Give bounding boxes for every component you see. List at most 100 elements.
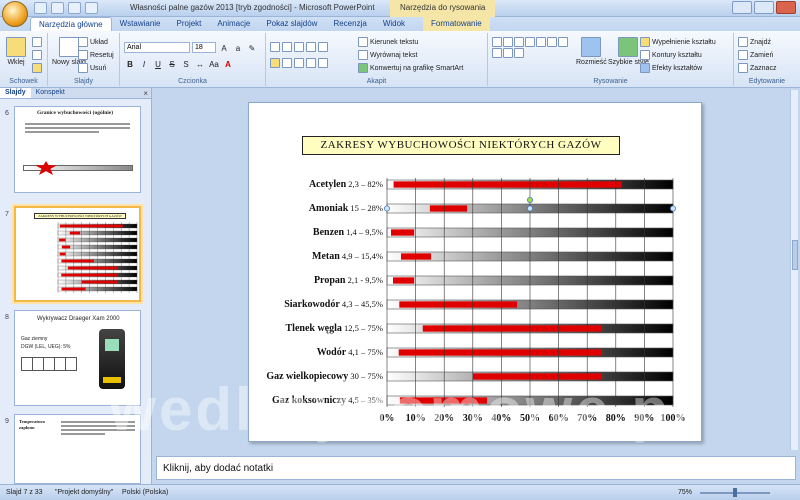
layout-button[interactable]: Układ — [78, 37, 108, 47]
shape-outline-button[interactable]: Kontury kształtu — [640, 50, 702, 60]
vertical-scrollbar[interactable] — [790, 90, 798, 450]
tab-view[interactable]: Widok — [375, 17, 413, 31]
paragraph-group: Kierunek tekstu Wyrównaj tekst Konwertuj… — [266, 33, 488, 86]
slide-thumbnail-9[interactable]: Temperatura zapłonu — [14, 414, 141, 484]
numbering-icon[interactable] — [282, 42, 292, 52]
language[interactable]: Polski (Polska) — [122, 489, 168, 496]
redo-icon[interactable] — [68, 2, 81, 14]
shapes-gallery[interactable] — [492, 37, 572, 58]
current-slide[interactable]: ZAKRESY WYBUCHOWOŚCI NIEKTÓRYCH GAZÓW Ac… — [248, 102, 702, 442]
tab-outline[interactable]: Konspekt — [31, 88, 70, 98]
tab-review[interactable]: Recenzja — [325, 17, 374, 31]
star-shape-icon[interactable] — [514, 48, 524, 58]
range-bar — [429, 205, 468, 212]
bullets-icon[interactable] — [270, 42, 280, 52]
justify-icon[interactable] — [306, 58, 316, 68]
quick-access-toolbar — [34, 2, 98, 15]
close-panel-icon[interactable]: × — [143, 89, 148, 98]
clipboard-group-label: Schowek — [9, 78, 38, 85]
paragraph-group-label: Akapit — [366, 78, 387, 85]
save-icon[interactable] — [34, 2, 47, 14]
reset-button[interactable]: Resetuj — [78, 50, 114, 60]
zoom-slider-knob[interactable] — [733, 488, 737, 497]
tab-slides[interactable]: Slajdy — [0, 88, 31, 98]
slide-thumbnail-7[interactable]: ZAKRESY WYBUCHOWOŚCI NIEKTÓRYCH GAZÓW — [14, 206, 141, 302]
align-left-icon[interactable] — [270, 58, 280, 68]
brace-shape-icon[interactable] — [503, 48, 513, 58]
category-label: Tlenek węgla 12,5 – 75% — [286, 323, 383, 334]
office-button[interactable] — [2, 1, 28, 27]
slide-thumbnail-8[interactable]: Wykrywacz Draeger Xam 2000 Gaz ziemny DG… — [14, 310, 141, 406]
shape-effects-button[interactable]: Efekty kształtów — [640, 63, 702, 73]
decrease-indent-icon[interactable] — [294, 42, 304, 52]
curve-shape-icon[interactable] — [492, 48, 502, 58]
binoculars-icon — [738, 37, 748, 47]
triangle-shape-icon[interactable] — [547, 37, 557, 47]
oval-shape-icon[interactable] — [525, 37, 535, 47]
slide-number: 6 — [5, 110, 9, 117]
strikethrough-icon[interactable]: S — [166, 58, 178, 69]
copy-button[interactable] — [32, 50, 42, 60]
shape-fill-button[interactable]: Wypełnienie kształtu — [640, 37, 716, 47]
select-button[interactable]: Zaznacz — [738, 63, 776, 73]
tab-format[interactable]: Formatowanie — [423, 17, 490, 31]
arrange-button[interactable]: Rozmieść — [576, 37, 607, 66]
format-painter-button[interactable] — [32, 63, 42, 73]
slide-thumbnail-6[interactable]: Granice wybuchowości (ogólnie) — [14, 106, 141, 193]
underline-icon[interactable]: U — [152, 58, 164, 69]
align-text-label: Wyrównaj tekst — [370, 51, 418, 59]
delete-slide-button[interactable]: Usuń — [78, 63, 106, 73]
zoom-level[interactable]: 75% — [678, 489, 692, 496]
text-direction-button[interactable]: Kierunek tekstu — [358, 37, 418, 47]
notes-field[interactable]: Kliknij, aby dodać notatki — [156, 456, 796, 480]
smartart-button[interactable]: Konwertuj na grafikę SmartArt — [358, 63, 463, 73]
bold-icon[interactable]: B — [124, 58, 136, 69]
customize-qat-icon[interactable] — [85, 2, 98, 14]
paste-button[interactable]: Wklej — [6, 37, 26, 66]
grow-font-icon[interactable]: A — [218, 42, 230, 53]
columns-icon[interactable] — [318, 58, 328, 68]
shape-effects-label: Efekty kształtów — [652, 64, 703, 72]
textbox-shape-icon[interactable] — [558, 37, 568, 47]
tab-animations[interactable]: Animacje — [209, 17, 258, 31]
tab-home[interactable]: Narzędzia główne — [30, 17, 112, 31]
category-label: Amoniak 15 – 28% — [309, 203, 383, 214]
rounded-rect-shape-icon[interactable] — [536, 37, 546, 47]
shadow-icon[interactable]: S — [180, 58, 192, 69]
thumb-title: Wykrywacz Draeger Xam 2000 — [37, 316, 120, 322]
x-tick-label: 20% — [434, 413, 454, 424]
tab-insert[interactable]: Wstawianie — [112, 17, 169, 31]
italic-icon[interactable]: I — [138, 58, 150, 69]
line-shape-icon[interactable] — [492, 37, 502, 47]
shrink-font-icon[interactable]: a — [232, 42, 244, 53]
x-tick-label: 40% — [491, 413, 511, 424]
find-button[interactable]: Znajdź — [738, 37, 771, 47]
minimize-button[interactable] — [732, 1, 752, 14]
clear-format-icon[interactable]: ✎ — [246, 42, 258, 53]
range-bar — [398, 349, 602, 356]
shape-fill-label: Wypełnienie kształtu — [652, 38, 716, 46]
undo-icon[interactable] — [51, 2, 64, 14]
tab-slideshow[interactable]: Pokaz slajdów — [258, 17, 325, 31]
rectangle-shape-icon[interactable] — [514, 37, 524, 47]
align-right-icon[interactable] — [294, 58, 304, 68]
replace-button[interactable]: Zamień — [738, 50, 773, 60]
change-case-icon[interactable]: Aa — [208, 58, 220, 69]
x-tick-label: 10% — [406, 413, 426, 424]
char-spacing-icon[interactable]: ↔ — [194, 58, 206, 69]
scrollbar-thumb[interactable] — [792, 240, 798, 270]
cut-button[interactable] — [32, 37, 42, 47]
tab-design[interactable]: Projekt — [169, 17, 210, 31]
arrow-shape-icon[interactable] — [503, 37, 513, 47]
cursor-icon — [738, 63, 748, 73]
font-name-combo[interactable]: Arial — [124, 42, 190, 53]
increase-indent-icon[interactable] — [306, 42, 316, 52]
font-size-combo[interactable]: 18 — [192, 42, 216, 53]
contextual-tool-title: Narzędzia do rysowania — [390, 0, 496, 17]
align-center-icon[interactable] — [282, 58, 292, 68]
close-button[interactable] — [776, 1, 796, 14]
maximize-button[interactable] — [754, 1, 774, 14]
align-text-button[interactable]: Wyrównaj tekst — [358, 50, 417, 60]
line-spacing-icon[interactable] — [318, 42, 328, 52]
font-color-icon[interactable]: A — [222, 58, 234, 69]
